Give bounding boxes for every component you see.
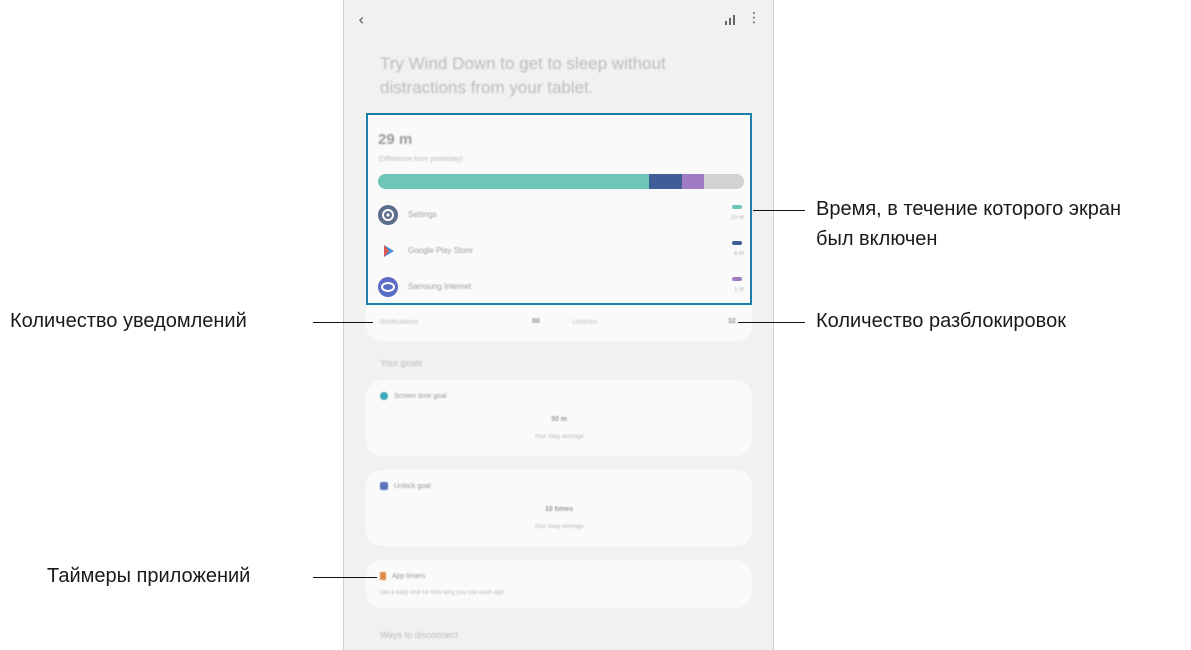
screen-time-leader-line	[753, 210, 805, 211]
app-color-marker	[732, 241, 742, 245]
signal-bars-icon	[725, 15, 737, 25]
app-color-marker	[732, 277, 742, 281]
unlocks-label: Unlocks	[572, 319, 597, 326]
back-arrow-icon[interactable]: ‹	[358, 10, 364, 29]
app-timers-label: App timers	[380, 572, 425, 580]
wind-down-headline: Try Wind Down to get to sleep without di…	[380, 54, 666, 97]
notifications-label: Notifications	[380, 319, 419, 326]
stats-row: Notifications 88 Unlocks 32	[366, 305, 752, 341]
screen-time-goal-card[interactable]: Screen time goal 30 m Your daily average	[366, 380, 752, 456]
usage-segment-settings	[378, 174, 649, 189]
screen-time-goal-label: Screen time goal	[380, 392, 447, 400]
hourglass-icon	[380, 572, 386, 580]
disconnect-section-title: Ways to disconnect	[380, 630, 458, 640]
app-row-settings[interactable]: Settings 20 m	[378, 205, 744, 225]
play-store-icon	[378, 241, 398, 261]
app-timers-sub: Set a daily limit for how long you use e…	[380, 590, 504, 596]
notifications-leader-line	[313, 322, 373, 323]
usage-bar	[378, 174, 744, 189]
unlock-goal-value: 10 times	[544, 506, 574, 513]
unlocks-count: 32	[728, 318, 736, 325]
app-timers-card[interactable]: App timers Set a daily limit for how lon…	[366, 560, 752, 608]
total-screen-time: 29 m	[378, 131, 413, 148]
goals-section-title: Your goals	[380, 358, 423, 368]
app-name: Google Play Store	[408, 246, 473, 255]
usage-segment-play-store	[648, 174, 682, 189]
app-time: 6 m	[733, 251, 744, 257]
usage-segment-other	[703, 174, 744, 189]
app-color-marker	[732, 205, 742, 209]
app-time: 1 m	[733, 287, 744, 293]
app-row-internet[interactable]: Samsung Internet 1 m	[378, 277, 744, 297]
unlocks-callout: Количество разблокировок	[816, 310, 1066, 332]
app-name: Samsung Internet	[408, 282, 472, 291]
unlock-goal-card[interactable]: Unlock goal 10 times Your daily average	[366, 470, 752, 546]
screen-time-callout-line1: Время, в течение которого экран	[816, 198, 1122, 220]
app-timers-callout: Таймеры приложений	[47, 565, 251, 587]
screen-time-callout-line2: был включен	[816, 228, 938, 250]
screen-time-goal-value: 30 m	[551, 416, 567, 423]
tablet-screen: ‹ ⋮ Try Wind Down to get to sleep withou…	[343, 0, 774, 650]
notifications-callout: Количество уведомлений	[10, 310, 247, 332]
unlock-goal-sub: Your daily average	[534, 524, 584, 530]
screen-time-goal-sub: Your daily average	[534, 434, 584, 440]
clock-icon	[380, 392, 388, 400]
notifications-count: 88	[532, 318, 540, 325]
unlocks-leader-line	[738, 322, 805, 323]
app-name: Settings	[408, 210, 437, 219]
lock-icon	[380, 482, 388, 490]
screen-time-card[interactable]: 29 m (Difference from yesterday) Setting…	[366, 113, 752, 305]
app-time: 20 m	[730, 215, 744, 221]
more-options-icon[interactable]: ⋮	[747, 10, 761, 26]
screen-time-caption: (Difference from yesterday)	[378, 156, 463, 163]
app-row-play-store[interactable]: Google Play Store 6 m	[378, 241, 744, 261]
top-bar: ‹ ⋮	[344, 10, 773, 34]
settings-icon	[378, 205, 398, 225]
usage-segment-internet	[681, 174, 704, 189]
unlock-goal-label: Unlock goal	[380, 482, 431, 490]
app-timers-leader-line	[313, 577, 377, 578]
internet-icon	[378, 277, 398, 297]
